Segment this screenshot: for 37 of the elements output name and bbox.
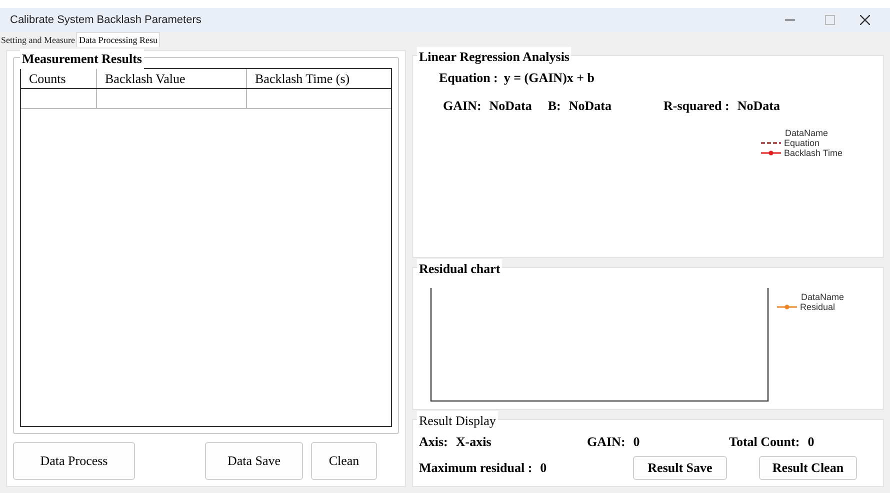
stat-value: NoData xyxy=(737,96,780,114)
close-icon xyxy=(860,15,870,25)
column-header: Backlash Time (s) xyxy=(254,70,351,88)
group-title: Measurement Results xyxy=(20,49,144,68)
stat-label: GAIN: xyxy=(443,96,482,114)
action-button[interactable]: Data Process xyxy=(13,442,135,480)
tab[interactable]: Setting and Measure xyxy=(0,34,76,47)
stat-value: NoData xyxy=(489,96,532,114)
stat-label: R-squared : xyxy=(664,96,730,115)
legend-label: Residual xyxy=(800,302,836,312)
legend-label: Equation xyxy=(784,138,820,148)
legend-title: DataName xyxy=(800,292,844,302)
action-button[interactable]: Result Clean xyxy=(759,456,857,480)
action-button[interactable]: Result Save xyxy=(633,456,727,480)
equation-text: y = (GAIN)x + b xyxy=(504,69,595,87)
field-label: Total Count: xyxy=(729,433,800,451)
field-label: Axis: xyxy=(419,433,448,451)
column-header: Backlash Value xyxy=(97,69,247,88)
stat-label: B: xyxy=(548,96,561,114)
legend-title: DataName xyxy=(784,128,830,138)
action-button[interactable]: Clean xyxy=(311,442,377,480)
group-title: Linear Regression Analysis xyxy=(417,47,572,66)
maximize-icon xyxy=(825,15,835,25)
action-button[interactable]: Data Save xyxy=(205,442,303,480)
field-value: 0 xyxy=(808,433,814,451)
field-value: 0 xyxy=(540,458,547,477)
field-label: GAIN: xyxy=(587,433,626,451)
stat-value: NoData xyxy=(568,96,612,114)
column-header: Counts xyxy=(21,69,97,88)
field-label: Maximum residual : xyxy=(419,458,532,477)
group-title: Result Display xyxy=(417,411,498,430)
field-value: X-axis xyxy=(456,433,492,451)
field-value: 0 xyxy=(633,433,640,451)
window-title: Calibrate System Backlash Parameters xyxy=(10,12,202,28)
tab[interactable]: Data Processing Resu xyxy=(76,32,160,47)
legend-label: Backlash Time xyxy=(784,148,843,158)
equation-label: Equation : xyxy=(439,69,498,87)
